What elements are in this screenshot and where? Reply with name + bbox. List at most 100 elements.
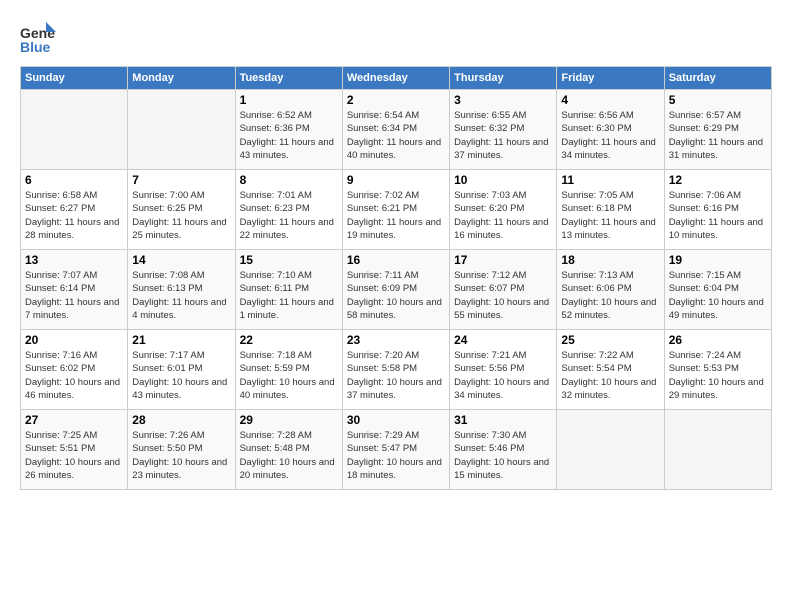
day-info: Sunrise: 6:58 AMSunset: 6:27 PMDaylight:…: [25, 189, 123, 242]
weekday-header: Thursday: [450, 67, 557, 90]
day-info: Sunrise: 6:55 AMSunset: 6:32 PMDaylight:…: [454, 109, 552, 162]
day-number: 4: [561, 93, 659, 107]
calendar-cell: [664, 410, 771, 490]
calendar-row: 20 Sunrise: 7:16 AMSunset: 6:02 PMDayligh…: [21, 330, 772, 410]
calendar-body: 1Sunrise: 6:52 AMSunset: 6:36 PMDaylight…: [21, 90, 772, 490]
calendar-cell: 5 Sunrise: 6:57 AMSunset: 6:29 PMDaylight…: [664, 90, 771, 170]
calendar-header-row: SundayMondayTuesdayWednesdayThursdayFrid…: [21, 67, 772, 90]
day-number: 14: [132, 253, 230, 267]
day-info: Sunrise: 7:15 AMSunset: 6:04 PMDaylight:…: [669, 269, 767, 322]
day-info: Sunrise: 7:16 AMSunset: 6:02 PMDaylight:…: [25, 349, 123, 402]
calendar-cell: 8 Sunrise: 7:01 AMSunset: 6:23 PMDaylight…: [235, 170, 342, 250]
calendar-cell: 26 Sunrise: 7:24 AMSunset: 5:53 PMDayligh…: [664, 330, 771, 410]
day-info: Sunrise: 7:25 AMSunset: 5:51 PMDaylight:…: [25, 429, 123, 482]
day-info: Sunrise: 7:03 AMSunset: 6:20 PMDaylight:…: [454, 189, 552, 242]
day-number: 25: [561, 333, 659, 347]
calendar-cell: 14 Sunrise: 7:08 AMSunset: 6:13 PMDayligh…: [128, 250, 235, 330]
day-info: Sunrise: 7:22 AMSunset: 5:54 PMDaylight:…: [561, 349, 659, 402]
day-number: 30: [347, 413, 445, 427]
day-number: 15: [240, 253, 338, 267]
calendar-cell: 22Sunrise: 7:18 AMSunset: 5:59 PMDayligh…: [235, 330, 342, 410]
calendar-cell: 11Sunrise: 7:05 AMSunset: 6:18 PMDayligh…: [557, 170, 664, 250]
weekday-header: Monday: [128, 67, 235, 90]
day-number: 21: [132, 333, 230, 347]
calendar-row: 6 Sunrise: 6:58 AMSunset: 6:27 PMDaylight…: [21, 170, 772, 250]
weekday-header: Sunday: [21, 67, 128, 90]
calendar-row: 27 Sunrise: 7:25 AMSunset: 5:51 PMDayligh…: [21, 410, 772, 490]
day-info: Sunrise: 7:12 AMSunset: 6:07 PMDaylight:…: [454, 269, 552, 322]
logo: General Blue: [20, 20, 60, 56]
calendar-cell: 15 Sunrise: 7:10 AMSunset: 6:11 PMDayligh…: [235, 250, 342, 330]
day-info: Sunrise: 7:01 AMSunset: 6:23 PMDaylight:…: [240, 189, 338, 242]
day-number: 13: [25, 253, 123, 267]
calendar-cell: 16Sunrise: 7:11 AMSunset: 6:09 PMDayligh…: [342, 250, 449, 330]
day-number: 19: [669, 253, 767, 267]
calendar-cell: 12 Sunrise: 7:06 AMSunset: 6:16 PMDayligh…: [664, 170, 771, 250]
calendar-cell: 30 Sunrise: 7:29 AMSunset: 5:47 PMDayligh…: [342, 410, 449, 490]
calendar-cell: 4Sunrise: 6:56 AMSunset: 6:30 PMDaylight…: [557, 90, 664, 170]
weekday-header: Wednesday: [342, 67, 449, 90]
calendar-cell: 2 Sunrise: 6:54 AMSunset: 6:34 PMDaylight…: [342, 90, 449, 170]
calendar-cell: 28 Sunrise: 7:26 AMSunset: 5:50 PMDayligh…: [128, 410, 235, 490]
calendar-table: SundayMondayTuesdayWednesdayThursdayFrid…: [20, 66, 772, 490]
calendar-cell: 23 Sunrise: 7:20 AMSunset: 5:58 PMDayligh…: [342, 330, 449, 410]
day-info: Sunrise: 7:11 AMSunset: 6:09 PMDaylight:…: [347, 269, 445, 322]
day-number: 26: [669, 333, 767, 347]
calendar-cell: [128, 90, 235, 170]
day-number: 17: [454, 253, 552, 267]
calendar-cell: 25 Sunrise: 7:22 AMSunset: 5:54 PMDayligh…: [557, 330, 664, 410]
day-number: 12: [669, 173, 767, 187]
day-number: 31: [454, 413, 552, 427]
day-number: 2: [347, 93, 445, 107]
day-info: Sunrise: 7:26 AMSunset: 5:50 PMDaylight:…: [132, 429, 230, 482]
day-number: 22: [240, 333, 338, 347]
day-number: 5: [669, 93, 767, 107]
day-info: Sunrise: 7:20 AMSunset: 5:58 PMDaylight:…: [347, 349, 445, 402]
calendar-row: 1Sunrise: 6:52 AMSunset: 6:36 PMDaylight…: [21, 90, 772, 170]
day-info: Sunrise: 7:02 AMSunset: 6:21 PMDaylight:…: [347, 189, 445, 242]
day-info: Sunrise: 7:30 AMSunset: 5:46 PMDaylight:…: [454, 429, 552, 482]
day-info: Sunrise: 7:06 AMSunset: 6:16 PMDaylight:…: [669, 189, 767, 242]
calendar-cell: 21 Sunrise: 7:17 AMSunset: 6:01 PMDayligh…: [128, 330, 235, 410]
day-info: Sunrise: 7:24 AMSunset: 5:53 PMDaylight:…: [669, 349, 767, 402]
calendar-cell: 17 Sunrise: 7:12 AMSunset: 6:07 PMDayligh…: [450, 250, 557, 330]
calendar-cell: 6 Sunrise: 6:58 AMSunset: 6:27 PMDaylight…: [21, 170, 128, 250]
day-number: 20: [25, 333, 123, 347]
calendar-cell: 7Sunrise: 7:00 AMSunset: 6:25 PMDaylight…: [128, 170, 235, 250]
day-number: 24: [454, 333, 552, 347]
weekday-header: Saturday: [664, 67, 771, 90]
day-info: Sunrise: 7:17 AMSunset: 6:01 PMDaylight:…: [132, 349, 230, 402]
calendar-cell: 1Sunrise: 6:52 AMSunset: 6:36 PMDaylight…: [235, 90, 342, 170]
day-number: 28: [132, 413, 230, 427]
day-info: Sunrise: 6:52 AMSunset: 6:36 PMDaylight:…: [240, 109, 338, 162]
calendar-cell: 9Sunrise: 7:02 AMSunset: 6:21 PMDaylight…: [342, 170, 449, 250]
calendar-cell: 18 Sunrise: 7:13 AMSunset: 6:06 PMDayligh…: [557, 250, 664, 330]
calendar-cell: 3 Sunrise: 6:55 AMSunset: 6:32 PMDaylight…: [450, 90, 557, 170]
calendar-cell: 19 Sunrise: 7:15 AMSunset: 6:04 PMDayligh…: [664, 250, 771, 330]
calendar-cell: 31 Sunrise: 7:30 AMSunset: 5:46 PMDayligh…: [450, 410, 557, 490]
day-info: Sunrise: 7:29 AMSunset: 5:47 PMDaylight:…: [347, 429, 445, 482]
weekday-header: Friday: [557, 67, 664, 90]
day-info: Sunrise: 7:28 AMSunset: 5:48 PMDaylight:…: [240, 429, 338, 482]
day-number: 27: [25, 413, 123, 427]
calendar-cell: 24 Sunrise: 7:21 AMSunset: 5:56 PMDayligh…: [450, 330, 557, 410]
calendar-cell: 27 Sunrise: 7:25 AMSunset: 5:51 PMDayligh…: [21, 410, 128, 490]
day-info: Sunrise: 7:08 AMSunset: 6:13 PMDaylight:…: [132, 269, 230, 322]
day-info: Sunrise: 6:54 AMSunset: 6:34 PMDaylight:…: [347, 109, 445, 162]
day-info: Sunrise: 7:10 AMSunset: 6:11 PMDaylight:…: [240, 269, 338, 322]
day-info: Sunrise: 7:21 AMSunset: 5:56 PMDaylight:…: [454, 349, 552, 402]
day-number: 18: [561, 253, 659, 267]
day-info: Sunrise: 6:57 AMSunset: 6:29 PMDaylight:…: [669, 109, 767, 162]
day-number: 6: [25, 173, 123, 187]
weekday-header: Tuesday: [235, 67, 342, 90]
calendar-row: 13Sunrise: 7:07 AMSunset: 6:14 PMDayligh…: [21, 250, 772, 330]
day-number: 3: [454, 93, 552, 107]
day-number: 10: [454, 173, 552, 187]
day-number: 8: [240, 173, 338, 187]
day-info: Sunrise: 7:00 AMSunset: 6:25 PMDaylight:…: [132, 189, 230, 242]
day-info: Sunrise: 7:05 AMSunset: 6:18 PMDaylight:…: [561, 189, 659, 242]
day-number: 23: [347, 333, 445, 347]
calendar-cell: 20 Sunrise: 7:16 AMSunset: 6:02 PMDayligh…: [21, 330, 128, 410]
calendar-cell: 13Sunrise: 7:07 AMSunset: 6:14 PMDayligh…: [21, 250, 128, 330]
day-info: Sunrise: 7:13 AMSunset: 6:06 PMDaylight:…: [561, 269, 659, 322]
